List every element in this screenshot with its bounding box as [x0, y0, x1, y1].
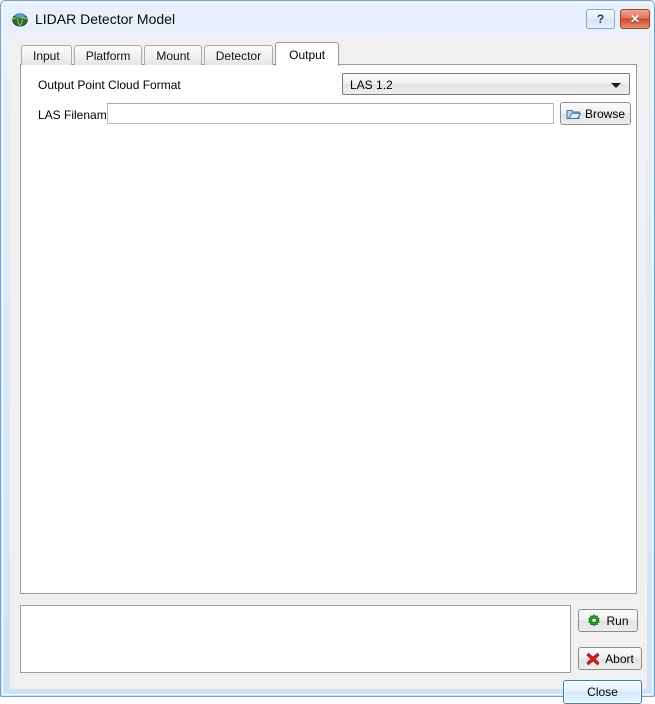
- tab-input[interactable]: Input: [21, 45, 72, 65]
- green-gear-icon: [587, 613, 601, 628]
- output-tab-panel: Output Point Cloud Format LAS 1.2 LAS Fi…: [20, 64, 637, 594]
- client-area: Input Platform Mount Detector Output Out…: [10, 35, 647, 704]
- las-filename-input[interactable]: [107, 103, 554, 124]
- tab-output[interactable]: Output: [275, 42, 340, 66]
- tab-mount[interactable]: Mount: [144, 45, 202, 65]
- browse-button[interactable]: Browse: [560, 102, 631, 125]
- application-window: LIDAR Detector Model ? ✕ Input Platform …: [0, 0, 655, 704]
- tab-platform[interactable]: Platform: [73, 45, 143, 65]
- log-output-box[interactable]: [20, 605, 571, 673]
- title-bar[interactable]: LIDAR Detector Model ? ✕: [3, 3, 654, 35]
- las-filename-label: LAS Filename: [38, 108, 114, 122]
- abort-button[interactable]: Abort: [578, 647, 642, 670]
- red-x-icon: [586, 652, 600, 666]
- chevron-down-icon: [611, 83, 621, 88]
- output-format-select[interactable]: LAS 1.2: [342, 73, 630, 95]
- log-output-text: [21, 606, 570, 612]
- folder-open-icon: [566, 107, 581, 121]
- browse-button-label: Browse: [584, 106, 625, 121]
- window-title: LIDAR Detector Model: [35, 11, 176, 27]
- tab-detector[interactable]: Detector: [203, 45, 274, 65]
- app-globe-icon: [11, 10, 29, 28]
- help-button[interactable]: ?: [586, 9, 615, 29]
- output-format-selected-value: LAS 1.2: [350, 78, 393, 92]
- output-format-label: Output Point Cloud Format: [38, 78, 181, 92]
- abort-button-label: Abort: [605, 651, 634, 666]
- close-dialog-button[interactable]: Close: [563, 680, 642, 704]
- run-button[interactable]: Run: [578, 609, 638, 632]
- close-window-button[interactable]: ✕: [620, 9, 650, 29]
- run-button-label: Run: [606, 613, 629, 628]
- tab-strip: Input Platform Mount Detector Output: [21, 42, 341, 66]
